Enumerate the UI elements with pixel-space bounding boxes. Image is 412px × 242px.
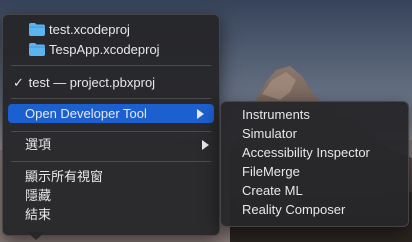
menu-separator (11, 98, 211, 99)
menu-pointer (27, 232, 45, 240)
menu-item-show-all-windows[interactable]: 顯示所有視窗 (3, 167, 219, 186)
menu-item-current-window[interactable]: ✓ test — project.pbxproj (3, 73, 219, 92)
menu-separator (11, 131, 211, 132)
submenu-item-simulator[interactable]: Simulator (221, 124, 408, 143)
menu-item-label: 結束 (25, 207, 52, 222)
submenu-item-filemerge[interactable]: FileMerge (221, 162, 408, 181)
menu-item-project-test[interactable]: test.xcodeproj (3, 20, 219, 39)
folder-icon (29, 43, 45, 56)
menu-item-label: 顯示所有視窗 (25, 169, 104, 184)
menu-item-label: Open Developer Tool (25, 106, 147, 121)
menu-item-project-tespapp[interactable]: TespApp.xcodeproj (3, 40, 219, 59)
submenu-item-reality-composer[interactable]: Reality Composer (221, 200, 408, 219)
menu-separator (11, 161, 211, 162)
submenu-item-accessibility-inspector[interactable]: Accessibility Inspector (221, 143, 408, 162)
developer-tool-submenu: Instruments Simulator Accessibility Insp… (220, 101, 409, 227)
menu-item-label: test — project.pbxproj (28, 75, 156, 90)
checkmark-icon: ✓ (13, 75, 24, 90)
menu-item-options[interactable]: 選項 (3, 135, 219, 154)
dock-context-menu: test.xcodeproj TespApp.xcodeproj ✓ test … (2, 14, 220, 236)
submenu-arrow-icon (202, 140, 209, 150)
folder-icon (29, 23, 45, 36)
menu-item-label: 選項 (25, 137, 52, 152)
menu-item-label: 隱藏 (25, 188, 52, 203)
menu-item-label: test.xcodeproj (49, 22, 130, 37)
menu-item-label: TespApp.xcodeproj (49, 42, 160, 57)
submenu-item-create-ml[interactable]: Create ML (221, 181, 408, 200)
menu-item-open-developer-tool[interactable]: Open Developer Tool (8, 104, 214, 123)
submenu-item-instruments[interactable]: Instruments (221, 105, 408, 124)
menu-separator (11, 65, 211, 66)
menu-item-hide[interactable]: 隱藏 (3, 186, 219, 205)
menu-item-quit[interactable]: 結束 (3, 205, 219, 224)
submenu-arrow-icon (197, 109, 204, 119)
